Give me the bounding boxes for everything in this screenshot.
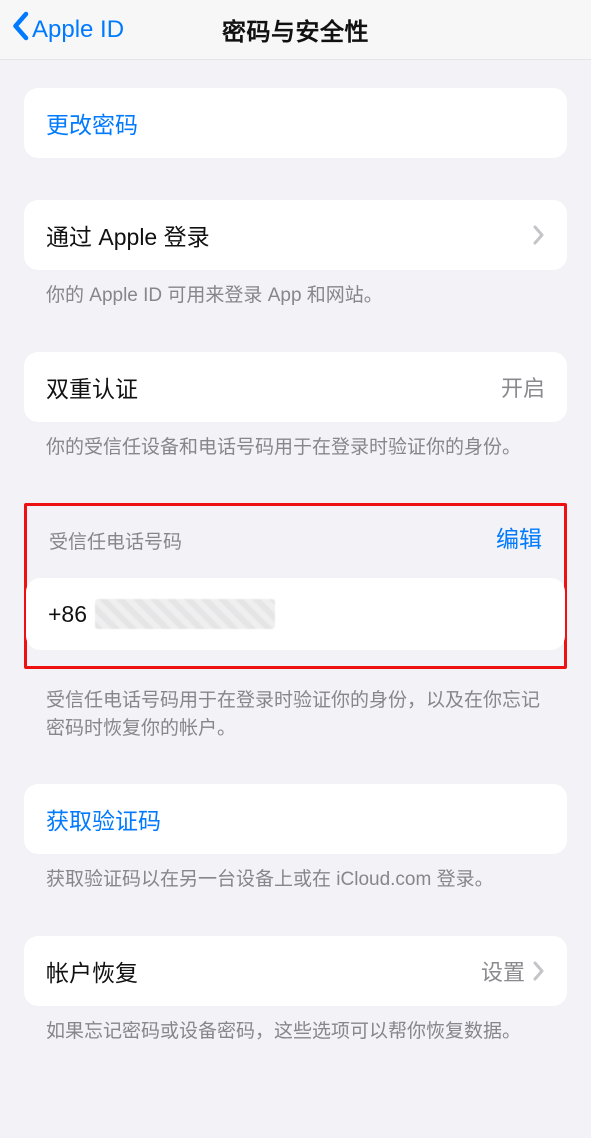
- chevron-right-icon: [533, 225, 545, 245]
- two-factor-footer: 你的受信任设备和电话号码用于在登录时验证你的身份。: [24, 422, 567, 462]
- group-change-password: 更改密码: [24, 88, 567, 158]
- account-recovery-value: 设置: [481, 955, 525, 987]
- trusted-phone-redacted: [95, 599, 275, 629]
- get-code-footer: 获取验证码以在另一台设备上或在 iCloud.com 登录。: [24, 854, 567, 894]
- trusted-phone-footer: 受信任电话号码用于在登录时验证你的身份，以及在你忘记密码时恢复你的帐户。: [24, 675, 567, 742]
- group-account-recovery: 帐户恢复 设置 如果忘记密码或设备密码，这些选项可以帮你恢复数据。: [24, 936, 567, 1046]
- two-factor-row[interactable]: 双重认证 开启: [24, 352, 567, 422]
- get-code-row[interactable]: 获取验证码: [24, 784, 567, 854]
- group-sign-in-with-apple: 通过 Apple 登录 你的 Apple ID 可用来登录 App 和网站。: [24, 200, 567, 310]
- change-password-label: 更改密码: [46, 106, 138, 140]
- get-code-label: 获取验证码: [46, 802, 161, 836]
- trusted-phone-highlight: 受信任电话号码 编辑 +86: [24, 503, 567, 669]
- account-recovery-label: 帐户恢复: [46, 954, 138, 988]
- chevron-right-icon: [533, 961, 545, 981]
- sign-in-with-apple-footer: 你的 Apple ID 可用来登录 App 和网站。: [24, 270, 567, 310]
- change-password-row[interactable]: 更改密码: [24, 88, 567, 158]
- trusted-phone-row[interactable]: +86: [26, 578, 565, 650]
- sign-in-with-apple-row[interactable]: 通过 Apple 登录: [24, 200, 567, 270]
- two-factor-label: 双重认证: [46, 370, 138, 404]
- group-two-factor: 双重认证 开启 你的受信任设备和电话号码用于在登录时验证你的身份。: [24, 352, 567, 462]
- account-recovery-footer: 如果忘记密码或设备密码，这些选项可以帮你恢复数据。: [24, 1006, 567, 1046]
- two-factor-value: 开启: [501, 371, 545, 403]
- trusted-phone-prefix: +86: [48, 601, 87, 628]
- group-get-code: 获取验证码 获取验证码以在另一台设备上或在 iCloud.com 登录。: [24, 784, 567, 894]
- account-recovery-row[interactable]: 帐户恢复 设置: [24, 936, 567, 1006]
- chevron-left-icon: [10, 11, 30, 48]
- back-label: Apple ID: [32, 16, 124, 44]
- nav-header: Apple ID 密码与安全性: [0, 0, 591, 60]
- back-button[interactable]: Apple ID: [0, 11, 124, 48]
- trusted-phone-section-label: 受信任电话号码: [49, 527, 182, 554]
- trusted-phone-edit-button[interactable]: 编辑: [496, 520, 542, 554]
- sign-in-with-apple-label: 通过 Apple 登录: [46, 218, 210, 252]
